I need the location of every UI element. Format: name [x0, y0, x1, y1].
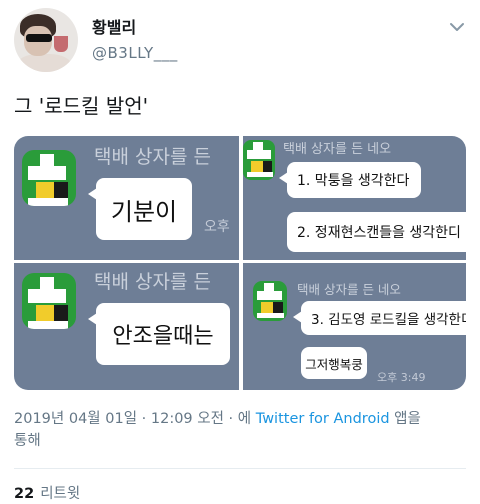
chat-panel-d: 택배 상자를 든 네오 3. 김도영 로드킬을 생각한디 그저행복쿵 오후 3:…	[243, 263, 466, 390]
gift-box-profile-icon	[243, 140, 275, 180]
divider	[14, 468, 466, 469]
chat-room-title: 택배 상자를 든	[94, 146, 211, 168]
chat-bubble: 안조을때는	[88, 303, 230, 365]
gift-box-profile-icon	[22, 150, 76, 206]
chat-panel-c: 택배 상자를 든 네오 1. 막퉁을 생각한다 2. 정재현스캔들을 생각한디	[243, 136, 466, 260]
chevron-down-icon[interactable]	[448, 18, 466, 36]
chat-bubble: 1. 막퉁을 생각한다	[279, 162, 421, 198]
avatar[interactable]	[14, 8, 78, 72]
chat-bubble: 3. 김도영 로드킬을 생각한디	[293, 301, 466, 335]
chat-room-title: 택배 상자를 든	[94, 271, 211, 293]
source-link[interactable]: Twitter for Android	[256, 411, 390, 427]
retweet-label[interactable]: 리트윗	[40, 486, 80, 502]
chat-time: 오후	[204, 219, 230, 235]
gift-box-profile-icon	[253, 281, 287, 321]
tweet-timestamp[interactable]: 2019년 04월 01일 · 12:09 오전 · 에	[14, 411, 251, 427]
gift-box-profile-icon	[22, 273, 76, 329]
chat-bubble: 기분이	[88, 178, 192, 240]
chat-time: 오후 3:49	[377, 371, 426, 384]
tweet-stats[interactable]: 22 리트윗	[14, 482, 80, 503]
chat-room-title: 택배 상자를 든 네오	[297, 282, 401, 297]
chat-bubble: 2. 정재현스캔들을 생각한디	[287, 212, 466, 252]
tweet-text: 그 '로드킬 발언'	[14, 94, 149, 118]
chat-panel-a: 택배 상자를 든 기분이 오후	[14, 136, 239, 260]
tweet-meta: 2019년 04월 01일 · 12:09 오전 · 에 Twitter for…	[14, 408, 466, 452]
tweet-header: 황밸리 @B3LLY___	[14, 8, 466, 72]
source-suffix: 앱을	[394, 411, 421, 427]
chat-room-title: 택배 상자를 든 네오	[283, 142, 392, 157]
retweet-count[interactable]: 22	[14, 486, 34, 502]
chat-bubble: 그저행복쿵	[301, 347, 367, 379]
chat-panel-b: 택배 상자를 든 안조을때는	[14, 263, 239, 390]
author-display-name[interactable]: 황밸리	[92, 14, 136, 38]
tweet-media[interactable]: 택배 상자를 든 기분이 오후 택배 상자를 든 안조을때는 택배 상자를 든 …	[14, 136, 466, 390]
source-suffix-line2: 통해	[14, 433, 41, 449]
author-handle[interactable]: @B3LLY___	[92, 44, 178, 62]
